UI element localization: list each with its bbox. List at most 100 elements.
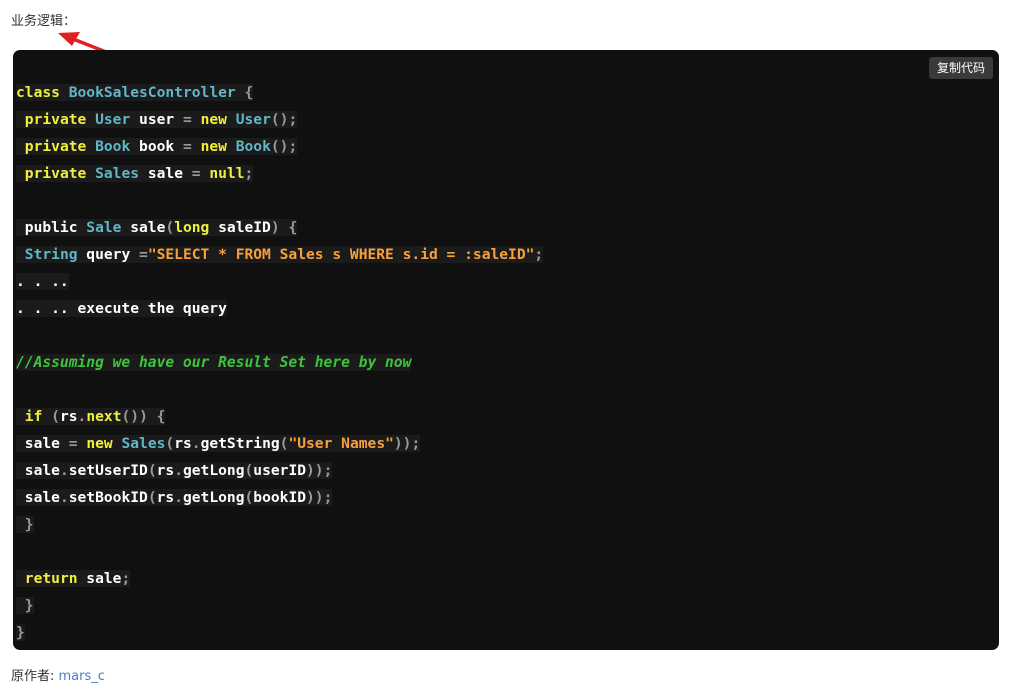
code-token: ));	[306, 462, 333, 479]
code-token: (	[51, 408, 60, 425]
code-line: sale = new Sales(rs.getString("User Name…	[16, 430, 543, 457]
code-token: sale	[139, 165, 192, 182]
code-token: User	[95, 111, 131, 128]
code-token	[16, 408, 25, 425]
code-line-text: //Assuming we have our Result Set here b…	[16, 354, 412, 371]
code-token: String	[24, 246, 78, 263]
code-line-text: sale = new Sales(rs.getString("User Name…	[16, 435, 421, 452]
code-token	[16, 570, 25, 587]
code-token	[59, 84, 69, 101]
code-line-text: public Sale sale(long saleID) {	[16, 219, 298, 236]
code-line-text: sale.setUserID(rs.getLong(userID));	[16, 462, 333, 479]
code-line: private Book book = new Book();	[16, 133, 543, 160]
code-line: //Assuming we have our Result Set here b…	[16, 349, 543, 376]
code-token: query	[77, 246, 140, 263]
code-line-text: }	[16, 624, 25, 641]
code-token: getLong	[182, 489, 245, 506]
code-token: //Assuming we have our Result Set here b…	[16, 354, 412, 371]
code-token: .	[174, 462, 183, 479]
code-token: getString	[200, 435, 280, 452]
code-token: ();	[270, 111, 298, 128]
code-token: sale	[16, 489, 60, 506]
code-token: sale	[77, 570, 122, 587]
code-line-text: private Sales sale = null;	[16, 165, 254, 182]
code-token: next	[86, 408, 122, 425]
code-line: class BookSalesController {	[16, 79, 543, 106]
code-token: }	[24, 597, 34, 614]
code-token: . . .. execute the query	[16, 300, 227, 317]
code-token: "User Names"	[288, 435, 394, 452]
code-token: bookID	[253, 489, 307, 506]
code-line-text: class BookSalesController {	[16, 84, 254, 101]
code-line: . . ..	[16, 268, 543, 295]
code-token: ;	[244, 165, 254, 182]
code-token: {	[288, 219, 298, 236]
code-token: if	[24, 408, 43, 425]
code-line: String query ="SELECT * FROM Sales s WHE…	[16, 241, 544, 268]
code-line-text: String query ="SELECT * FROM Sales s WHE…	[16, 246, 544, 263]
code-token: return	[24, 570, 78, 587]
code-token: rs	[174, 435, 192, 452]
code-token: class	[16, 84, 60, 101]
code-line: }	[16, 592, 543, 619]
code-token: .	[59, 489, 69, 506]
code-token	[86, 111, 96, 128]
code-token: =	[191, 165, 201, 182]
code-token: "SELECT * FROM Sales s WHERE s.id = :sal…	[147, 246, 535, 263]
code-token: sale	[16, 462, 60, 479]
code-line-text: }	[16, 516, 34, 533]
code-token	[226, 138, 236, 155]
code-token: . . ..	[16, 273, 69, 290]
code-token: (	[147, 462, 157, 479]
code-token: rs	[156, 489, 175, 506]
code-token: ;	[534, 246, 544, 263]
code-line-text: }	[16, 597, 34, 614]
code-token: Book	[235, 138, 271, 155]
code-block: 复制代码 class BookSalesController { private…	[13, 50, 999, 650]
code-token: Book	[95, 138, 131, 155]
code-token: User	[235, 111, 271, 128]
code-line: return sale;	[16, 565, 543, 592]
code-token: =	[182, 138, 192, 155]
code-token: ;	[121, 570, 131, 587]
code-token: ();	[270, 138, 298, 155]
code-token	[86, 138, 96, 155]
code-token: null	[209, 165, 245, 182]
code-line: }	[16, 619, 543, 646]
code-line: sale.setBookID(rs.getLong(bookID));	[16, 484, 543, 511]
code-token: )	[270, 219, 280, 236]
code-token: (	[165, 435, 175, 452]
code-token: private	[24, 165, 87, 182]
code-token: .	[191, 435, 201, 452]
code-token: =	[68, 435, 78, 452]
code-line-text: if (rs.next()) {	[16, 408, 166, 425]
code-token: new	[200, 111, 227, 128]
code-token: }	[24, 516, 34, 533]
code-line: if (rs.next()) {	[16, 403, 543, 430]
code-token	[42, 408, 52, 425]
copy-code-button[interactable]: 复制代码	[928, 57, 993, 79]
code-token: {	[244, 84, 254, 101]
code-token: =	[139, 246, 148, 263]
code-token	[16, 165, 25, 182]
code-token	[16, 246, 25, 263]
code-line-text: return sale;	[16, 570, 131, 587]
code-token: (	[244, 489, 254, 506]
code-token: public	[16, 219, 87, 236]
code-token: ));	[306, 489, 333, 506]
code-token: =	[182, 111, 192, 128]
code-token: setUserID	[68, 462, 148, 479]
code-token: saleID	[209, 219, 271, 236]
code-token: {	[156, 408, 166, 425]
code-line-text: sale.setBookID(rs.getLong(bookID));	[16, 489, 333, 506]
code-line: sale.setUserID(rs.getLong(userID));	[16, 457, 543, 484]
code-token: (	[165, 219, 175, 236]
code-token	[226, 111, 236, 128]
code-line: private User user = new User();	[16, 106, 543, 133]
code-token: rs	[59, 408, 78, 425]
code-token: ())	[121, 408, 148, 425]
code-token: }	[16, 624, 25, 641]
code-token: sale	[16, 435, 69, 452]
code-line: . . .. execute the query	[16, 295, 543, 322]
